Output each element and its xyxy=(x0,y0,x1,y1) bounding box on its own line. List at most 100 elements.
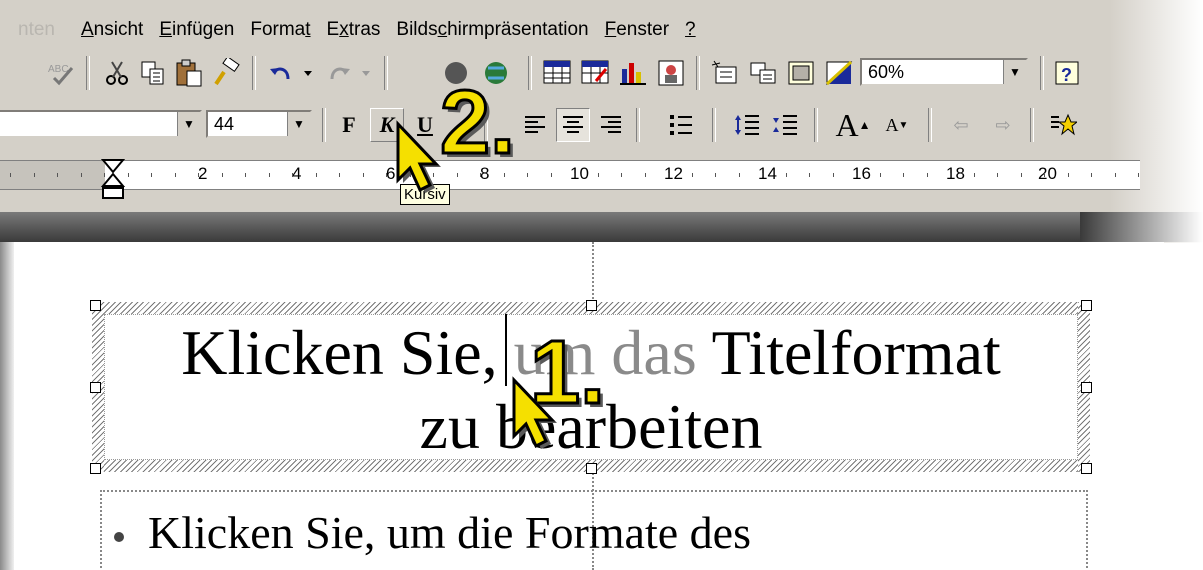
new-slide-icon[interactable] xyxy=(708,56,742,90)
ruler-label: 10 xyxy=(570,164,589,183)
decrease-paragraph-spacing-icon[interactable] xyxy=(768,108,802,142)
ruler-tick xyxy=(762,173,763,177)
zoom-value: 60% xyxy=(868,62,905,82)
resize-handle[interactable] xyxy=(586,300,597,311)
title-text-start: Klicken Sie, xyxy=(181,317,514,388)
toolbar-separator xyxy=(928,108,932,142)
increase-paragraph-spacing-icon[interactable] xyxy=(730,108,764,142)
ruler-tick xyxy=(34,173,35,177)
menu-item-bildschirmpraesentation[interactable]: Bildschirmpräsentation xyxy=(396,19,588,41)
ruler-tick xyxy=(222,173,223,177)
arrow-down-icon: ▼ xyxy=(898,119,909,131)
clipart-icon[interactable] xyxy=(654,56,688,90)
font-size-value: 44 xyxy=(214,114,235,134)
mnemonic: x xyxy=(339,19,349,40)
expand-icon[interactable] xyxy=(746,56,780,90)
menu-item-format[interactable]: Format xyxy=(250,19,310,41)
bullets-icon[interactable] xyxy=(664,108,698,142)
menu-item-bearbeiten-partial[interactable]: nten xyxy=(18,19,55,41)
menu-item-fenster[interactable]: Fenster xyxy=(605,19,669,41)
ruler-tick xyxy=(175,173,176,177)
menu-item-extras[interactable]: Extras xyxy=(327,19,381,41)
chevron-down-icon[interactable]: ▼ xyxy=(1003,60,1026,84)
chevron-down-icon[interactable]: ▼ xyxy=(287,112,310,136)
resize-handle[interactable] xyxy=(90,300,101,311)
bold-button[interactable]: F xyxy=(332,108,366,142)
cut-icon[interactable] xyxy=(100,56,134,90)
ruler-tick xyxy=(1068,173,1069,177)
resize-handle[interactable] xyxy=(90,463,101,474)
demote-icon[interactable]: ⇨ xyxy=(986,108,1020,142)
ruler-tick xyxy=(269,173,270,177)
mouse-pointer-icon xyxy=(512,376,557,449)
svg-text:?: ? xyxy=(1061,65,1072,85)
arrow-up-icon: ▲ xyxy=(858,117,871,132)
font-size-combobox[interactable]: 44 ▼ xyxy=(206,110,312,138)
help-icon[interactable]: ? xyxy=(1050,56,1084,90)
body-placeholder[interactable]: Klicken Sie, um die Formate des xyxy=(100,490,1088,570)
mnemonic: F xyxy=(604,19,617,40)
resize-handle[interactable] xyxy=(1081,463,1092,474)
ruler-tick xyxy=(363,173,364,177)
ruler-tick xyxy=(339,173,340,177)
decrease-font-size-button[interactable]: A ▼ xyxy=(880,108,914,142)
copy-icon[interactable] xyxy=(136,56,170,90)
font-name-combobox[interactable]: ▼ xyxy=(0,110,202,138)
align-right-icon[interactable] xyxy=(594,108,628,142)
ruler-tick xyxy=(151,173,152,177)
animation-effects-icon[interactable] xyxy=(1046,108,1080,142)
ruler-tick xyxy=(880,173,881,177)
redo-icon[interactable] xyxy=(324,56,378,90)
undo-icon[interactable] xyxy=(266,56,320,90)
promote-icon[interactable]: ⇦ xyxy=(944,108,978,142)
tables-borders-icon[interactable] xyxy=(578,56,612,90)
toolbar-separator xyxy=(528,56,532,90)
ruler-label: 20 xyxy=(1038,164,1057,183)
mnemonic: t xyxy=(305,19,311,40)
chevron-down-icon[interactable]: ▼ xyxy=(177,112,200,136)
zoom-combobox[interactable]: 60% ▼ xyxy=(860,58,1028,86)
ruler-label: 18 xyxy=(946,164,965,183)
indent-marker-icon[interactable] xyxy=(100,158,126,208)
ruler-tick xyxy=(809,173,810,177)
mnemonic: ? xyxy=(685,19,696,40)
mnemonic: E xyxy=(159,19,172,40)
ruler-tick xyxy=(245,173,246,177)
ruler-tick xyxy=(1138,173,1139,177)
toolbar-separator xyxy=(1030,108,1034,142)
mnemonic: A xyxy=(80,19,94,40)
body-text[interactable]: Klicken Sie, um die Formate des xyxy=(114,506,751,559)
show-formatting-icon[interactable] xyxy=(784,56,818,90)
grayscale-icon[interactable] xyxy=(822,56,856,90)
align-left-icon[interactable] xyxy=(518,108,552,142)
format-painter-icon[interactable] xyxy=(210,56,244,90)
ruler-tick xyxy=(1021,173,1022,177)
chart-icon[interactable] xyxy=(616,56,650,90)
ruler-tick xyxy=(950,173,951,177)
ruler-tick xyxy=(598,173,599,177)
align-center-icon[interactable] xyxy=(556,108,590,142)
menu-item-help[interactable]: ? xyxy=(685,19,696,41)
powerpoint-window: nten Ansicht Einfügen Format Extras Bild… xyxy=(0,0,1203,570)
resize-handle[interactable] xyxy=(1081,382,1092,393)
menu-item-ansicht[interactable]: Ansicht xyxy=(81,19,143,41)
ruler-tick xyxy=(927,173,928,177)
ruler-tick xyxy=(833,173,834,177)
resize-handle[interactable] xyxy=(90,382,101,393)
increase-font-size-button[interactable]: A ▲ xyxy=(836,107,871,143)
ruler-tick xyxy=(57,173,58,177)
ruler-tick xyxy=(81,173,82,177)
ruler-label: 2 xyxy=(198,164,208,183)
menu-item-einfuegen[interactable]: Einfügen xyxy=(159,19,234,41)
ruler-label: 4 xyxy=(292,164,302,183)
paste-icon[interactable] xyxy=(172,56,206,90)
ruler-tick xyxy=(1091,173,1092,177)
resize-handle[interactable] xyxy=(1081,300,1092,311)
resize-handle[interactable] xyxy=(586,463,597,474)
toolbar-separator xyxy=(636,108,640,142)
ruler-tick xyxy=(292,173,293,177)
insert-table-icon[interactable] xyxy=(540,56,574,90)
spellcheck-icon[interactable]: ABC xyxy=(44,56,78,90)
ruler-tick xyxy=(645,173,646,177)
ruler-tick xyxy=(974,173,975,177)
